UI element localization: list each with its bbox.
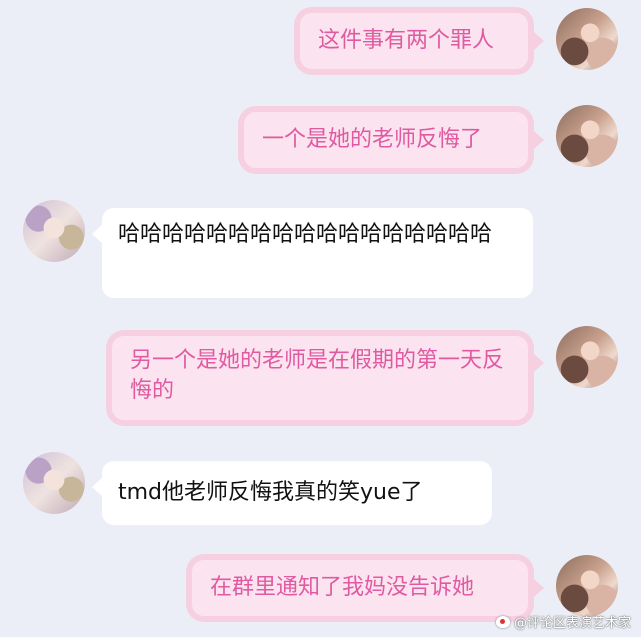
message-bubble-received[interactable]: 哈哈哈哈哈哈哈哈哈哈哈哈哈哈哈哈哈 <box>102 208 533 298</box>
message-bubble-sent[interactable]: 另一个是她的老师是在假期的第一天反悔的 <box>112 336 528 420</box>
weibo-icon <box>495 615 510 628</box>
my-avatar[interactable] <box>556 105 618 167</box>
bubble-tail <box>92 478 102 496</box>
my-avatar[interactable] <box>556 555 618 617</box>
bubble-tail <box>534 131 544 149</box>
weibo-watermark: @评论区表演艺术家 <box>495 612 631 631</box>
message-text: 一个是她的老师反悔了 <box>262 127 483 152</box>
contact-avatar[interactable] <box>23 452 85 514</box>
chat-thread: 这件事有两个罪人 一个是她的老师反悔了 哈哈哈哈哈哈哈哈哈哈哈哈哈哈哈哈哈 另一… <box>0 0 641 637</box>
contact-avatar[interactable] <box>23 200 85 262</box>
message-text: 在群里通知了我妈没告诉她 <box>210 575 475 600</box>
message-text: 这件事有两个罪人 <box>318 28 495 53</box>
message-bubble-sent[interactable]: 这件事有两个罪人 <box>300 13 528 69</box>
message-bubble-sent[interactable]: 一个是她的老师反悔了 <box>244 112 528 168</box>
watermark-text: @评论区表演艺术家 <box>513 616 631 631</box>
bubble-tail <box>534 579 544 597</box>
bubble-tail <box>534 354 544 372</box>
message-text: 另一个是她的老师是在假期的第一天反悔的 <box>130 348 505 403</box>
my-avatar[interactable] <box>556 8 618 70</box>
message-text: 哈哈哈哈哈哈哈哈哈哈哈哈哈哈哈哈哈 <box>118 222 493 247</box>
bubble-tail <box>92 225 102 243</box>
message-bubble-received[interactable]: tmd他老师反悔我真的笑yue了 <box>102 461 492 525</box>
bubble-tail <box>534 32 544 50</box>
message-bubble-sent[interactable]: 在群里通知了我妈没告诉她 <box>192 560 528 616</box>
message-text: tmd他老师反悔我真的笑yue了 <box>118 480 423 505</box>
my-avatar[interactable] <box>556 326 618 388</box>
